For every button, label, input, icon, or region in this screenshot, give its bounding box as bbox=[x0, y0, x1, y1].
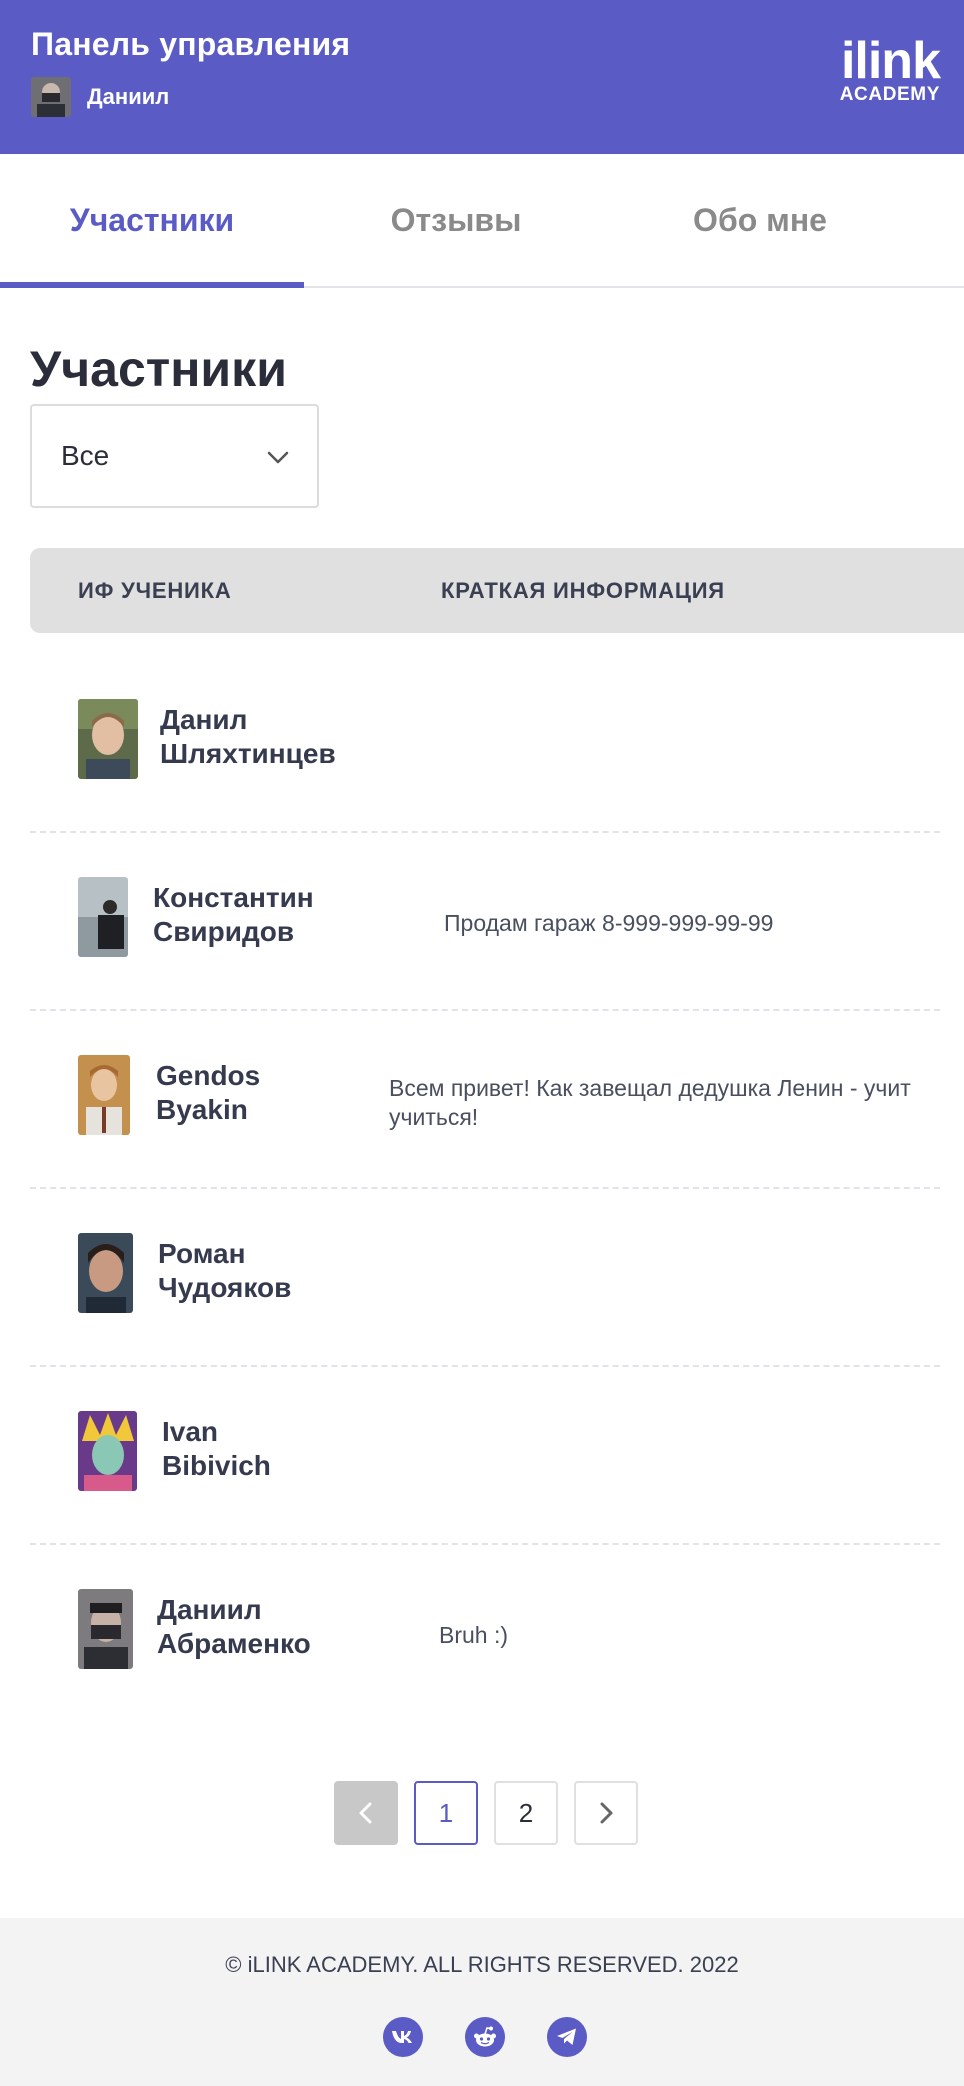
student-name: Константин Свиридов bbox=[153, 882, 314, 947]
tab-bar: Участники Отзывы Обо мне bbox=[0, 154, 964, 288]
student-avatar bbox=[78, 1589, 133, 1669]
prev-page-button[interactable] bbox=[334, 1781, 398, 1845]
student-name: Данил Шляхтинцев bbox=[160, 704, 336, 769]
filter-select[interactable]: Все bbox=[30, 404, 319, 508]
tab-about-me[interactable]: Обо мне bbox=[608, 154, 912, 286]
app-header: Панель управления Даниил ilink ACADEMY bbox=[0, 0, 964, 154]
table-row[interactable]: Ivan Bibivich bbox=[30, 1367, 940, 1545]
student-name: Даниил Абраменко bbox=[157, 1594, 311, 1659]
footer: © iLINK ACADEMY. ALL RIGHTS RESERVED. 20… bbox=[0, 1918, 964, 2086]
telegram-icon[interactable] bbox=[547, 2017, 587, 2057]
table-row[interactable]: Даниил Абраменко Bruh :) bbox=[30, 1545, 940, 1723]
reddit-icon[interactable] bbox=[465, 2017, 505, 2057]
active-tab-indicator bbox=[0, 282, 304, 288]
pagination: 1 2 bbox=[334, 1781, 654, 1845]
table-row[interactable]: Данил Шляхтинцев bbox=[30, 655, 940, 833]
student-info: Продам гараж 8-999-999-99-99 bbox=[444, 910, 774, 936]
table-row[interactable]: Gendos Byakin Всем привет! Как завещал д… bbox=[30, 1011, 940, 1189]
tab-reviews[interactable]: Отзывы bbox=[304, 154, 608, 286]
student-avatar bbox=[78, 1233, 133, 1313]
student-avatar bbox=[78, 877, 128, 957]
logo-subtitle: ACADEMY bbox=[839, 84, 940, 105]
student-name: Роман Чудояков bbox=[158, 1238, 292, 1303]
student-name: Gendos Byakin bbox=[156, 1060, 261, 1125]
page-title: Панель управления bbox=[31, 26, 351, 62]
column-header-name: ИФ УЧЕНИКА bbox=[78, 578, 232, 603]
table-row[interactable]: Роман Чудояков bbox=[30, 1189, 940, 1367]
tab-participants[interactable]: Участники bbox=[0, 154, 304, 286]
chevron-left-icon bbox=[359, 1802, 372, 1824]
logo-wordmark: ilink bbox=[840, 32, 941, 90]
student-avatar bbox=[78, 1055, 130, 1135]
ilink-academy-logo[interactable]: ilink ACADEMY bbox=[816, 32, 941, 106]
page-button-1[interactable]: 1 bbox=[414, 1781, 478, 1845]
chevron-down-icon bbox=[267, 451, 289, 464]
copyright-text: © iLINK ACADEMY. ALL RIGHTS RESERVED. 20… bbox=[225, 1952, 739, 1977]
section-title: Участники bbox=[30, 341, 287, 397]
student-name: Ivan Bibivich bbox=[162, 1416, 271, 1481]
user-avatar bbox=[31, 77, 71, 117]
filter-selected-value: Все bbox=[61, 440, 110, 471]
current-user[interactable]: Даниил bbox=[31, 77, 169, 117]
next-page-button[interactable] bbox=[574, 1781, 638, 1845]
table-row[interactable]: Константин Свиридов Продам гараж 8-999-9… bbox=[30, 833, 940, 1011]
student-avatar bbox=[78, 1411, 137, 1491]
chevron-right-icon bbox=[600, 1802, 613, 1824]
student-info: Bruh :) bbox=[439, 1622, 509, 1648]
social-links bbox=[383, 2017, 629, 2057]
column-header-info: КРАТКАЯ ИНФОРМАЦИЯ bbox=[441, 578, 725, 603]
user-name: Даниил bbox=[87, 84, 170, 109]
page-button-2[interactable]: 2 bbox=[494, 1781, 558, 1845]
vk-icon[interactable] bbox=[383, 2017, 423, 2057]
student-info: Всем привет! Как завещал дедушка Ленин -… bbox=[389, 1075, 911, 1130]
student-avatar bbox=[78, 699, 138, 779]
table-header: ИФ УЧЕНИКА КРАТКАЯ ИНФОРМАЦИЯ bbox=[30, 548, 964, 633]
